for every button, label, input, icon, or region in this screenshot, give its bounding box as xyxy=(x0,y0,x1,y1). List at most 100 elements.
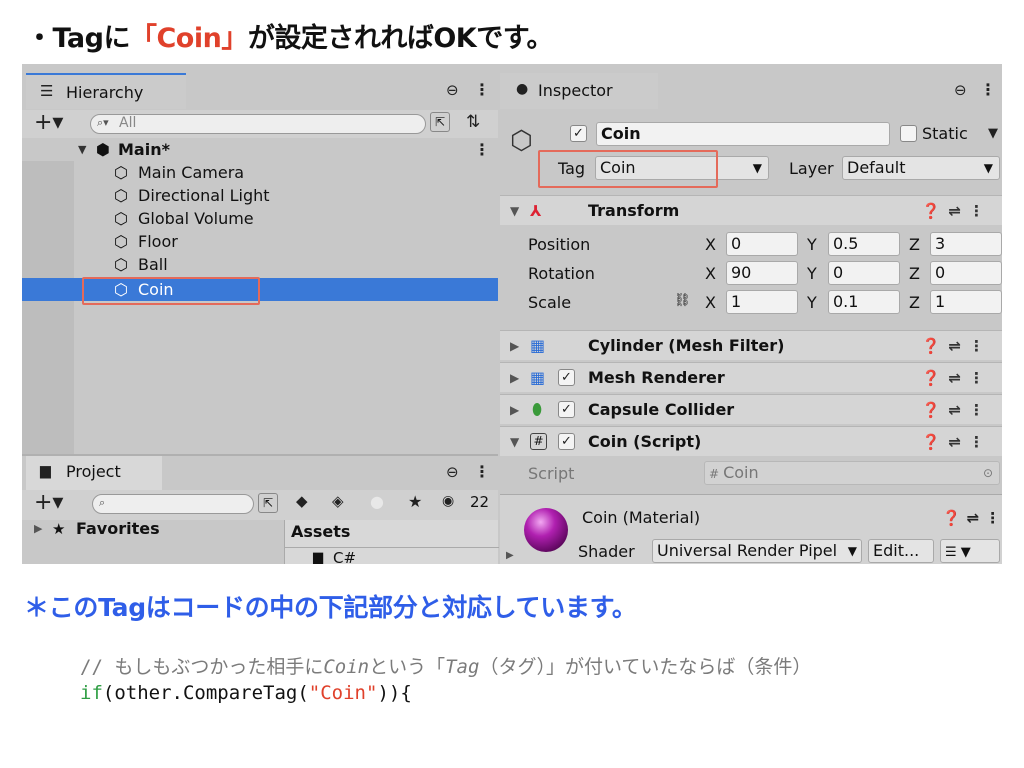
shader-options-button[interactable]: ☰ ▼ xyxy=(940,539,1000,563)
rotation-y-field[interactable]: 0 xyxy=(828,261,900,285)
component-controls-icon[interactable]: ❓⇌⋮ xyxy=(922,427,992,457)
static-dropdown-icon[interactable]: ▼ xyxy=(988,126,998,141)
position-x-field[interactable]: 0 xyxy=(726,232,798,256)
capsule-collider-header[interactable]: ▶ ⬮ ✓ Capsule Collider ❓⇌⋮ xyxy=(500,394,1002,424)
gameobject-cube-icon: ⬡ xyxy=(114,232,128,251)
sort-icon[interactable]: ⇅ xyxy=(466,112,480,132)
tab-inspector[interactable]: ● Inspector xyxy=(500,73,658,109)
active-checkbox[interactable]: ✓ xyxy=(570,125,587,142)
eye-icon[interactable]: ◉ xyxy=(442,493,454,509)
axis-z-label[interactable]: Z xyxy=(909,264,920,283)
scene-row[interactable]: ▼ ⬢ Main* ⋮ xyxy=(22,138,498,161)
hierarchy-item[interactable]: ⬡ Floor xyxy=(22,230,498,253)
tab-hierarchy[interactable]: ☰ Hierarchy xyxy=(26,73,186,109)
component-controls-icon[interactable]: ❓⇌⋮ xyxy=(922,395,992,425)
favorite-star-icon[interactable]: ★ xyxy=(408,492,422,511)
lock-icon[interactable]: ⊖ xyxy=(954,81,967,99)
constrain-proportions-icon[interactable]: ⛓ xyxy=(674,293,691,308)
folder-label[interactable]: C# xyxy=(333,549,356,564)
add-icon[interactable]: +▾ xyxy=(34,110,63,135)
shader-edit-button[interactable]: Edit... xyxy=(868,539,934,563)
position-y-field[interactable]: 0.5 xyxy=(828,232,900,256)
label-icon[interactable]: ◈ xyxy=(332,492,344,510)
collapse-arrow-icon[interactable]: ▶ xyxy=(506,550,514,561)
more-options-icon[interactable]: ⋮ xyxy=(474,80,490,99)
axis-z-label[interactable]: Z xyxy=(909,235,920,254)
axis-z-label[interactable]: Z xyxy=(909,293,920,312)
project-assets-column: Assets ▆ C# xyxy=(284,520,499,564)
scale-x-field[interactable]: 1 xyxy=(726,290,798,314)
script-field[interactable]: # Coin ⊙ xyxy=(704,461,1000,485)
scene-menu-icon[interactable]: ⋮ xyxy=(474,138,490,161)
filter-type-icon[interactable]: ◆ xyxy=(296,492,308,510)
layer-dropdown[interactable]: Default ▼ xyxy=(842,156,1000,180)
rotation-x-value: 90 xyxy=(731,263,752,282)
collapse-arrow-icon[interactable]: ▶ xyxy=(34,522,42,535)
edit-label: Edit... xyxy=(873,541,920,560)
shader-dropdown[interactable]: Universal Render Pipel ▼ xyxy=(652,539,862,563)
gameobject-cube-icon: ⬡ xyxy=(114,209,128,228)
hierarchy-search-input[interactable]: ⌕▾ All xyxy=(90,114,426,134)
expand-arrow-icon[interactable]: ▼ xyxy=(510,196,519,226)
scale-y-value: 0.1 xyxy=(833,292,859,311)
comment-part: Coin xyxy=(323,656,370,678)
position-z-value: 3 xyxy=(935,234,946,253)
mesh-filter-header[interactable]: ▶ ▦ Cylinder (Mesh Filter) ❓⇌⋮ xyxy=(500,330,1002,360)
material-controls-icon[interactable]: ❓⇌⋮ xyxy=(942,509,1002,527)
material-preview-sphere xyxy=(524,508,568,552)
position-z-field[interactable]: 3 xyxy=(930,232,1002,256)
rotation-x-field[interactable]: 90 xyxy=(726,261,798,285)
chevron-down-icon: ▼ xyxy=(983,161,993,175)
axis-y-label[interactable]: Y xyxy=(807,293,817,312)
rotation-z-field[interactable]: 0 xyxy=(930,261,1002,285)
collapse-arrow-icon[interactable]: ▶ xyxy=(510,331,519,361)
hierarchy-item[interactable]: ⬡ Directional Light xyxy=(22,184,498,207)
expand-arrow-icon[interactable]: ▼ xyxy=(510,427,519,457)
hierarchy-item-label: Main Camera xyxy=(138,163,245,182)
lock-icon[interactable]: ⊖ xyxy=(446,81,459,99)
scale-y-field[interactable]: 0.1 xyxy=(828,290,900,314)
axis-x-label[interactable]: X xyxy=(705,293,716,312)
coin-script-header[interactable]: ▼ # ✓ Coin (Script) ❓⇌⋮ xyxy=(500,426,1002,456)
mesh-renderer-header[interactable]: ▶ ▦ ✓ Mesh Renderer ❓⇌⋮ xyxy=(500,362,1002,392)
axis-y-label[interactable]: Y xyxy=(807,235,817,254)
warning-icon[interactable]: ● xyxy=(370,492,384,511)
component-controls-icon[interactable]: ❓⇌⋮ xyxy=(922,196,992,226)
enabled-checkbox[interactable]: ✓ xyxy=(558,369,575,386)
project-search-input[interactable]: ⌕ xyxy=(92,494,254,514)
component-title: Capsule Collider xyxy=(588,400,735,419)
shader-value: Universal Render Pipel xyxy=(657,541,838,560)
transform-header[interactable]: ▼ ⅄ Transform ❓⇌⋮ xyxy=(500,195,1002,225)
scale-z-field[interactable]: 1 xyxy=(930,290,1002,314)
expand-arrow-icon[interactable]: ▼ xyxy=(78,138,86,161)
comment-part: // もしもぶつかった相手に xyxy=(80,656,324,678)
lock-icon[interactable]: ⊖ xyxy=(446,463,459,481)
comment-part: （タグ）」が付いていたならば（条件） xyxy=(479,656,812,678)
mesh-renderer-icon: ▦ xyxy=(530,368,546,387)
axis-x-label[interactable]: X xyxy=(705,264,716,283)
more-options-icon[interactable]: ⋮ xyxy=(474,462,490,481)
hierarchy-item[interactable]: ⬡ Ball xyxy=(22,253,498,276)
component-controls-icon[interactable]: ❓⇌⋮ xyxy=(922,331,992,361)
hierarchy-item[interactable]: ⬡ Main Camera xyxy=(22,161,498,184)
scene-visibility-icon[interactable]: ⇱ xyxy=(430,112,450,132)
collapse-arrow-icon[interactable]: ▶ xyxy=(510,395,519,425)
hierarchy-item[interactable]: ⬡ Global Volume xyxy=(22,207,498,230)
object-name-field[interactable]: Coin xyxy=(596,122,890,146)
axis-x-label[interactable]: X xyxy=(705,235,716,254)
heading-highlight: 「Coin」 xyxy=(129,23,248,54)
axis-y-label[interactable]: Y xyxy=(807,264,817,283)
enabled-checkbox[interactable]: ✓ xyxy=(558,433,575,450)
heading-prefix: ・Tagに xyxy=(26,23,130,54)
enabled-checkbox[interactable]: ✓ xyxy=(558,401,575,418)
scene-visibility-icon[interactable]: ⇱ xyxy=(258,493,278,513)
tab-project[interactable]: ▆ Project xyxy=(26,456,162,490)
comment-part: という「 xyxy=(369,656,446,678)
favorites-label[interactable]: Favorites xyxy=(76,519,160,538)
chevron-down-icon: ▼ xyxy=(752,161,762,175)
add-icon[interactable]: +▾ xyxy=(34,490,63,515)
static-checkbox[interactable] xyxy=(900,125,917,142)
component-controls-icon[interactable]: ❓⇌⋮ xyxy=(922,363,992,393)
collapse-arrow-icon[interactable]: ▶ xyxy=(510,363,519,393)
more-options-icon[interactable]: ⋮ xyxy=(980,80,996,99)
